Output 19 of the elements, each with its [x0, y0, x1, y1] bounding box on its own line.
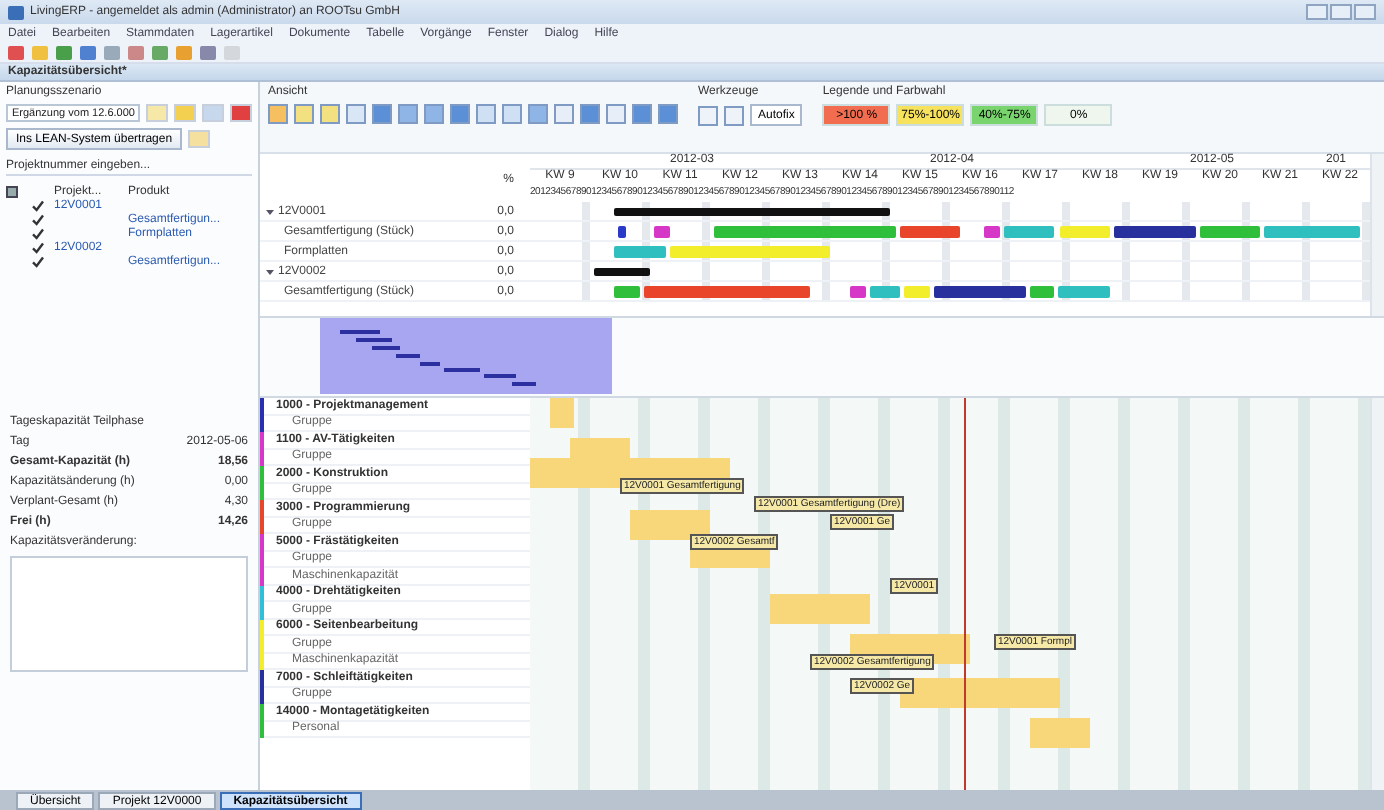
load-block	[630, 510, 710, 540]
checkmark-icon[interactable]	[32, 200, 44, 212]
capacity-change-field[interactable]	[10, 556, 248, 672]
scrollbar[interactable]	[1370, 398, 1384, 790]
checkmark-icon[interactable]	[32, 214, 44, 226]
load-block	[770, 594, 870, 624]
document-icon	[6, 186, 18, 198]
maximize-button[interactable]	[1330, 4, 1352, 20]
app-icon[interactable]	[8, 5, 24, 19]
load-block	[550, 398, 574, 428]
minimize-button[interactable]	[1306, 4, 1328, 20]
checkmark-icon[interactable]	[32, 256, 44, 268]
checkmark-icon[interactable]	[32, 228, 44, 240]
close-button[interactable]	[1354, 4, 1376, 20]
collapse-icon[interactable]	[266, 207, 274, 215]
collapse-icon[interactable]	[266, 267, 274, 275]
scrollbar[interactable]	[1370, 154, 1384, 316]
checkmark-icon[interactable]	[32, 242, 44, 254]
load-block	[1030, 718, 1090, 748]
